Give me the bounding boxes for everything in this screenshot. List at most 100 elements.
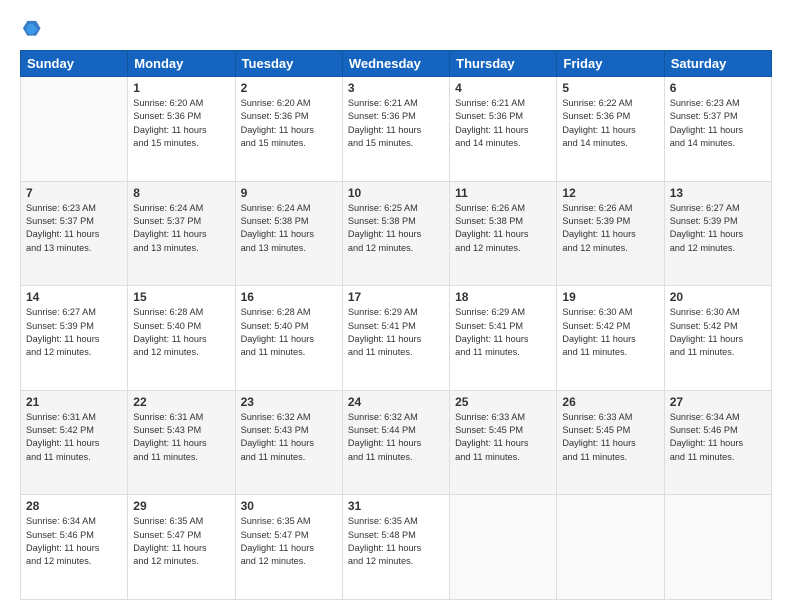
calendar-header-monday: Monday (128, 51, 235, 77)
day-number: 3 (348, 81, 444, 95)
logo-icon (20, 18, 42, 40)
day-info: Sunrise: 6:23 AM Sunset: 5:37 PM Dayligh… (26, 202, 122, 255)
calendar-day-12: 12Sunrise: 6:26 AM Sunset: 5:39 PM Dayli… (557, 181, 664, 286)
day-info: Sunrise: 6:31 AM Sunset: 5:43 PM Dayligh… (133, 411, 229, 464)
day-info: Sunrise: 6:27 AM Sunset: 5:39 PM Dayligh… (670, 202, 766, 255)
day-number: 13 (670, 186, 766, 200)
calendar-week-row: 7 Sunrise: 6:23 AM Sunset: 5:37 PM Daylig… (21, 181, 772, 286)
day-number: 9 (241, 186, 337, 200)
day-number: 14 (26, 290, 122, 304)
calendar-header-thursday: Thursday (450, 51, 557, 77)
calendar-day-17: 17 Sunrise: 6:29 AM Sunset: 5:41 PM Dayli… (342, 286, 449, 391)
day-number: 24 (348, 395, 444, 409)
day-info: Sunrise: 6:23 AM Sunset: 5:37 PM Dayligh… (670, 97, 766, 150)
day-number: 31 (348, 499, 444, 513)
day-number: 20 (670, 290, 766, 304)
calendar-day-11: 11 Sunrise: 6:26 AM Sunset: 5:38 PM Dayli… (450, 181, 557, 286)
calendar-day-4: 4Sunrise: 6:21 AM Sunset: 5:36 PM Daylig… (450, 77, 557, 182)
calendar-day-28: 28Sunrise: 6:34 AM Sunset: 5:46 PM Dayli… (21, 495, 128, 600)
day-number: 2 (241, 81, 337, 95)
day-info: Sunrise: 6:32 AM Sunset: 5:44 PM Dayligh… (348, 411, 444, 464)
calendar-week-row: 1 Sunrise: 6:20 AM Sunset: 5:36 PM Daylig… (21, 77, 772, 182)
day-number: 1 (133, 81, 229, 95)
day-info: Sunrise: 6:28 AM Sunset: 5:40 PM Dayligh… (133, 306, 229, 359)
day-number: 25 (455, 395, 551, 409)
day-info: Sunrise: 6:21 AM Sunset: 5:36 PM Dayligh… (348, 97, 444, 150)
calendar-day-31: 31 Sunrise: 6:35 AM Sunset: 5:48 PM Dayli… (342, 495, 449, 600)
calendar-day-18: 18 Sunrise: 6:29 AM Sunset: 5:41 PM Dayli… (450, 286, 557, 391)
day-number: 15 (133, 290, 229, 304)
day-number: 16 (241, 290, 337, 304)
calendar-day-19: 19 Sunrise: 6:30 AM Sunset: 5:42 PM Dayli… (557, 286, 664, 391)
day-info: Sunrise: 6:30 AM Sunset: 5:42 PM Dayligh… (562, 306, 658, 359)
day-number: 22 (133, 395, 229, 409)
calendar-day-23: 23Sunrise: 6:32 AM Sunset: 5:43 PM Dayli… (235, 390, 342, 495)
calendar-header-wednesday: Wednesday (342, 51, 449, 77)
day-number: 26 (562, 395, 658, 409)
day-info: Sunrise: 6:34 AM Sunset: 5:46 PM Dayligh… (26, 515, 122, 568)
calendar-day-27: 27Sunrise: 6:34 AM Sunset: 5:46 PM Dayli… (664, 390, 771, 495)
day-info: Sunrise: 6:29 AM Sunset: 5:41 PM Dayligh… (455, 306, 551, 359)
calendar-day-25: 25 Sunrise: 6:33 AM Sunset: 5:45 PM Dayli… (450, 390, 557, 495)
calendar-day-20: 20 Sunrise: 6:30 AM Sunset: 5:42 PM Dayli… (664, 286, 771, 391)
calendar-day-24: 24 Sunrise: 6:32 AM Sunset: 5:44 PM Dayli… (342, 390, 449, 495)
day-info: Sunrise: 6:35 AM Sunset: 5:47 PM Dayligh… (133, 515, 229, 568)
calendar-day-2: 2Sunrise: 6:20 AM Sunset: 5:36 PM Daylig… (235, 77, 342, 182)
calendar-day-21: 21 Sunrise: 6:31 AM Sunset: 5:42 PM Dayli… (21, 390, 128, 495)
calendar-week-row: 14 Sunrise: 6:27 AM Sunset: 5:39 PM Dayli… (21, 286, 772, 391)
day-number: 7 (26, 186, 122, 200)
calendar-day-7: 7 Sunrise: 6:23 AM Sunset: 5:37 PM Daylig… (21, 181, 128, 286)
day-number: 19 (562, 290, 658, 304)
day-info: Sunrise: 6:33 AM Sunset: 5:45 PM Dayligh… (562, 411, 658, 464)
calendar-week-row: 28Sunrise: 6:34 AM Sunset: 5:46 PM Dayli… (21, 495, 772, 600)
day-number: 6 (670, 81, 766, 95)
calendar-day-26: 26 Sunrise: 6:33 AM Sunset: 5:45 PM Dayli… (557, 390, 664, 495)
day-info: Sunrise: 6:30 AM Sunset: 5:42 PM Dayligh… (670, 306, 766, 359)
calendar-header-row: SundayMondayTuesdayWednesdayThursdayFrid… (21, 51, 772, 77)
page: SundayMondayTuesdayWednesdayThursdayFrid… (0, 0, 792, 612)
calendar-empty-cell (557, 495, 664, 600)
calendar-day-3: 3 Sunrise: 6:21 AM Sunset: 5:36 PM Daylig… (342, 77, 449, 182)
day-info: Sunrise: 6:32 AM Sunset: 5:43 PM Dayligh… (241, 411, 337, 464)
calendar-empty-cell (664, 495, 771, 600)
day-number: 29 (133, 499, 229, 513)
calendar-day-6: 6 Sunrise: 6:23 AM Sunset: 5:37 PM Daylig… (664, 77, 771, 182)
day-info: Sunrise: 6:28 AM Sunset: 5:40 PM Dayligh… (241, 306, 337, 359)
day-info: Sunrise: 6:21 AM Sunset: 5:36 PM Dayligh… (455, 97, 551, 150)
day-number: 11 (455, 186, 551, 200)
logo-text (20, 18, 44, 40)
day-info: Sunrise: 6:22 AM Sunset: 5:36 PM Dayligh… (562, 97, 658, 150)
day-info: Sunrise: 6:35 AM Sunset: 5:48 PM Dayligh… (348, 515, 444, 568)
day-info: Sunrise: 6:24 AM Sunset: 5:37 PM Dayligh… (133, 202, 229, 255)
header (20, 18, 772, 40)
calendar-table: SundayMondayTuesdayWednesdayThursdayFrid… (20, 50, 772, 600)
day-info: Sunrise: 6:27 AM Sunset: 5:39 PM Dayligh… (26, 306, 122, 359)
calendar-header-tuesday: Tuesday (235, 51, 342, 77)
day-number: 8 (133, 186, 229, 200)
day-info: Sunrise: 6:33 AM Sunset: 5:45 PM Dayligh… (455, 411, 551, 464)
day-info: Sunrise: 6:29 AM Sunset: 5:41 PM Dayligh… (348, 306, 444, 359)
day-info: Sunrise: 6:24 AM Sunset: 5:38 PM Dayligh… (241, 202, 337, 255)
calendar-day-13: 13 Sunrise: 6:27 AM Sunset: 5:39 PM Dayli… (664, 181, 771, 286)
day-info: Sunrise: 6:35 AM Sunset: 5:47 PM Dayligh… (241, 515, 337, 568)
calendar-empty-cell (450, 495, 557, 600)
day-number: 10 (348, 186, 444, 200)
day-info: Sunrise: 6:26 AM Sunset: 5:38 PM Dayligh… (455, 202, 551, 255)
day-info: Sunrise: 6:20 AM Sunset: 5:36 PM Dayligh… (133, 97, 229, 150)
calendar-day-10: 10 Sunrise: 6:25 AM Sunset: 5:38 PM Dayli… (342, 181, 449, 286)
calendar-day-1: 1 Sunrise: 6:20 AM Sunset: 5:36 PM Daylig… (128, 77, 235, 182)
day-number: 18 (455, 290, 551, 304)
day-info: Sunrise: 6:31 AM Sunset: 5:42 PM Dayligh… (26, 411, 122, 464)
day-info: Sunrise: 6:25 AM Sunset: 5:38 PM Dayligh… (348, 202, 444, 255)
calendar-day-16: 16 Sunrise: 6:28 AM Sunset: 5:40 PM Dayli… (235, 286, 342, 391)
logo (20, 18, 44, 40)
calendar-header-sunday: Sunday (21, 51, 128, 77)
day-number: 12 (562, 186, 658, 200)
calendar-day-22: 22 Sunrise: 6:31 AM Sunset: 5:43 PM Dayli… (128, 390, 235, 495)
day-number: 17 (348, 290, 444, 304)
day-number: 5 (562, 81, 658, 95)
calendar-day-8: 8 Sunrise: 6:24 AM Sunset: 5:37 PM Daylig… (128, 181, 235, 286)
calendar-day-15: 15 Sunrise: 6:28 AM Sunset: 5:40 PM Dayli… (128, 286, 235, 391)
day-number: 21 (26, 395, 122, 409)
calendar-day-9: 9 Sunrise: 6:24 AM Sunset: 5:38 PM Daylig… (235, 181, 342, 286)
